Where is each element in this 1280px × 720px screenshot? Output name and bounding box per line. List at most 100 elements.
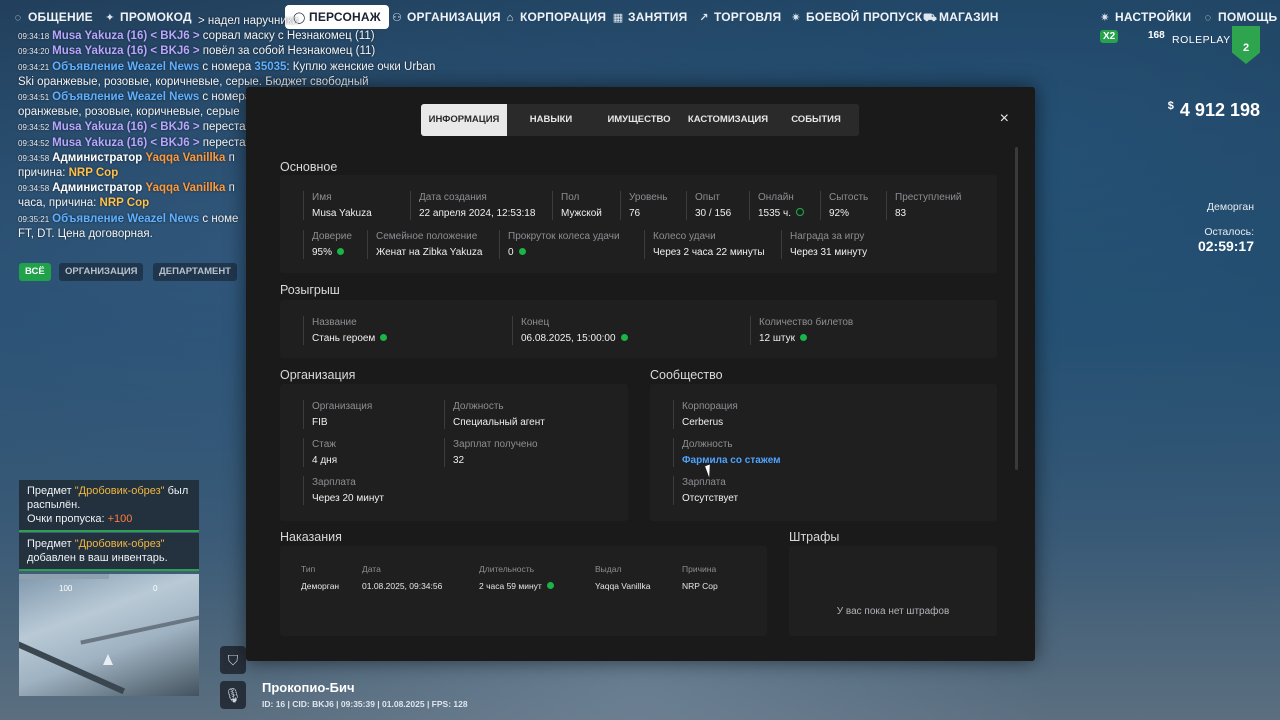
nav-corporation[interactable]: ⌂ КОРПОРАЦИЯ [504,5,607,29]
nav-label: ТОРГОВЛЯ [714,10,782,24]
field-value-text: Мужской [561,208,602,219]
tab-property[interactable]: ИМУЩЕСТВО [595,104,683,136]
field-value: Женат на Zibka Yakuza [376,246,482,259]
shield-icon[interactable]: ⛉ [220,646,246,674]
field-value: 12 штук [759,332,853,345]
field-value-text: 12 штук [759,333,795,344]
server-logo: X2 168 ROLEPLAY 2 [1100,26,1260,68]
chat-text: повёл за собой Незнакомец (11) [199,45,376,58]
nav-label: КОРПОРАЦИЯ [520,10,607,24]
chat-tab-organization[interactable]: ОРГАНИЗАЦИЯ [59,263,144,281]
microphone-icon[interactable]: 🎙 [220,681,246,709]
chat-text: Musa Yakuza (16) < BKJ6 > [52,136,200,149]
duration-text: 2 часа 59 минут [479,581,542,591]
field-label: Прокруток колеса удачи [508,231,620,242]
chat-text: Объявление Weazel News [52,60,200,73]
table-header: Причина [682,564,717,574]
field-label: Доверие [312,231,352,242]
field-value-text: Musa Yakuza [312,208,372,219]
table-cell: Yaqqa Vanillka [595,581,651,591]
calendar-icon: ▦ [612,12,624,24]
field-label: Уровень [629,192,668,203]
chat-text: > надел наручники [198,15,299,27]
tab-customization[interactable]: КАСТОМИЗАЦИЯ [683,104,773,136]
organization-panel: Организация FIB Должность Специальный агент… [280,384,628,521]
field-value: 1535 ч. [758,207,805,220]
chat-message: 09:34:20 Musa Yakuza (16) < BKJ6 > повёл … [18,44,468,59]
field-value: Фармила со стажем [682,454,781,467]
notif-gain: +100 [107,513,133,525]
field-value-text: Отсутствует [682,493,739,504]
field-value-text: 32 [453,455,465,466]
nav-label: БОЕВОЙ ПРОПУСК [806,10,923,24]
field-value-text: Специальный агент [453,417,545,428]
currency-symbol: $ [1167,100,1174,112]
punishments-panel: Тип Дата Длительность Выдал Причина Демо… [280,546,767,636]
nav-label: МАГАЗИН [939,10,999,24]
tab-events[interactable]: СОБЫТИЯ [773,104,859,136]
info-field: Название Стань героем [303,316,388,345]
tab-skills[interactable]: НАВЫКИ [507,104,595,136]
field-value: 4 дня [312,454,337,467]
fines-panel: У вас пока нет штрафов [789,546,997,636]
field-value: 0 [508,246,620,259]
chat-text: перестал [199,136,253,149]
nav-label: ПОМОЩЬ [1218,10,1278,24]
modal-tabs: ИНФОРМАЦИЯ НАВЫКИ ИМУЩЕСТВО КАСТОМИЗАЦИЯ… [421,104,859,136]
info-field: Онлайн 1535 ч. [749,191,805,220]
info-field: Зарплата Через 20 минут [303,476,384,505]
field-label: Зарплат получено [453,439,538,450]
field-value-text: Cerberus [682,417,724,428]
section-title-fines: Штрафы [789,530,840,544]
chat-text: NRP Cop [99,197,150,210]
field-value: 22 апреля 2024, 12:53:18 [419,207,535,220]
chat-text: Yaqqa Vanillka [145,182,226,195]
field-value: Стань героем [312,332,388,345]
cart-icon: ⛟ [923,12,938,24]
field-label: Награда за игру [790,231,865,242]
table-header: Длительность [479,564,535,574]
field-value-text: FIB [312,417,328,428]
field-label: Должность [682,439,733,450]
nav-lessons[interactable]: ▦ ЗАНЯТИЯ [612,5,688,29]
field-label: Стаж [312,439,336,450]
chat-text: Musa Yakuza (16) < BKJ6 > [52,45,200,58]
field-value: Мужской [561,207,602,220]
field-value-text: Стань героем [312,333,376,344]
brand-text: ROLEPLAY [1172,34,1231,46]
chat-timestamp: 09:34:20 [18,47,50,57]
scrollbar[interactable] [1015,147,1018,470]
field-value-text: 22 апреля 2024, 12:53:18 [419,208,536,219]
chat-text: часа, причина: [18,197,100,210]
field-value: Через 20 минут [312,492,384,505]
field-label: Количество билетов [759,317,854,328]
chat-tab-department[interactable]: ДЕПАРТАМЕНТ [153,263,237,281]
chat-timestamp: 09:34:58 [18,153,50,163]
chat-timestamp: 09:34:52 [18,138,50,148]
jail-status: Деморган [1206,201,1254,213]
chat-message: > надел наручники [18,14,468,29]
nav-battle-pass[interactable]: ✷ БОЕВОЙ ПРОПУСК [790,5,922,29]
info-field: Награда за игру Через 31 минуту [781,230,867,259]
nav-shop[interactable]: ⛟ МАГАЗИН [923,5,999,29]
chat-text: сорвал маску с Незнакомец (11) [199,30,375,43]
info-field: Имя Musa Yakuza [303,191,372,220]
chat-text: с номера [199,91,252,104]
field-label: Организация [312,401,373,412]
field-value-text: Фармила со стажем [682,455,781,466]
chart-icon: ↗ [699,12,709,24]
status-dot [800,334,807,341]
community-panel: Корпорация Cerberus Должность Фармила со ст… [650,384,997,521]
info-field: Сытость 92% [820,191,868,220]
field-value: 92% [829,207,868,220]
field-value: 32 [453,454,538,467]
nav-trade[interactable]: ↗ ТОРГОВЛЯ [698,5,781,29]
close-icon[interactable]: × [1000,110,1009,128]
chat-tab-all[interactable]: ВСЁ [19,263,51,281]
info-field: Колесо удачи Через 2 часа 22 минуты [644,230,765,259]
info-field: Преступлений 83 [886,191,962,220]
chat-text: Ski оранжевые, розовые, коричневые, серы… [18,75,369,88]
field-value: 83 [895,207,962,220]
chat-text: : Куплю женские очки Urban [286,60,436,73]
tab-information[interactable]: ИНФОРМАЦИЯ [421,104,507,136]
